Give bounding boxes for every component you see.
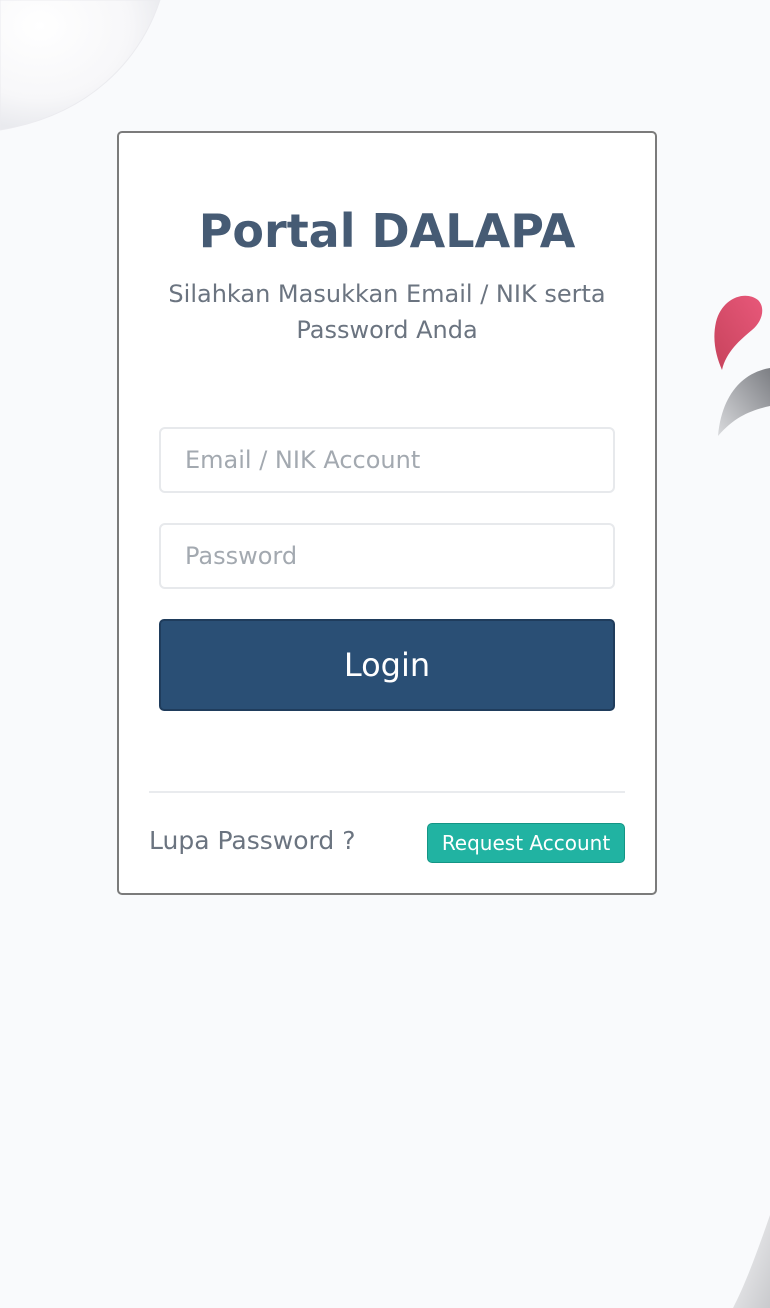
bottom-right-corner-shape — [733, 1215, 770, 1308]
brand-petal-gray-shape — [718, 368, 770, 436]
divider — [149, 791, 625, 793]
top-left-swirl-shape — [0, 0, 161, 131]
login-instruction-text: Silahkan Masukkan Email / NIK serta Pass… — [168, 280, 606, 344]
forgot-password-link[interactable]: Lupa Password ? — [149, 823, 355, 859]
password-input[interactable] — [159, 523, 615, 589]
page-title: Portal DALAPA — [198, 204, 576, 258]
brand-petal-red-shape — [714, 295, 763, 370]
email-nik-input[interactable] — [159, 427, 615, 493]
login-card: Portal DALAPA Silahkan Masukkan Email / … — [117, 131, 657, 895]
request-account-button[interactable]: Request Account — [427, 823, 625, 863]
login-button[interactable]: Login — [159, 619, 615, 711]
